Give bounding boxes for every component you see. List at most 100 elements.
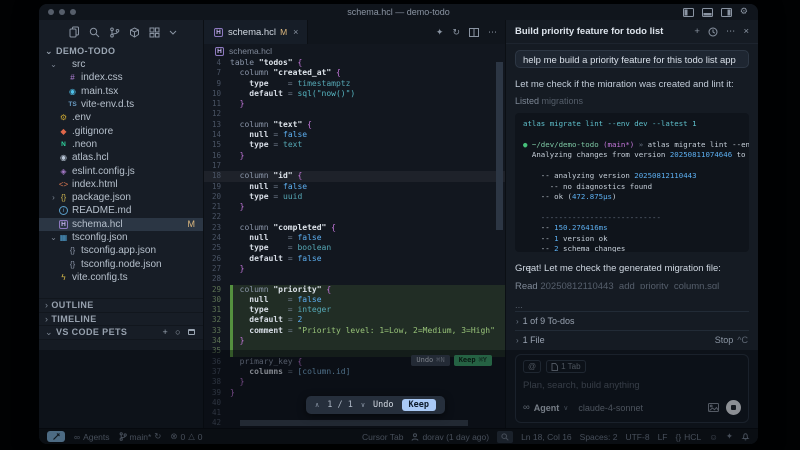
mention-context-chip[interactable]: @ [523,360,541,373]
chevron-down-icon[interactable] [169,30,177,35]
source-control-icon[interactable] [109,27,120,38]
eol-item[interactable]: LF [658,432,668,442]
file-label: .gitignore [72,126,113,137]
extensions-icon[interactable] [129,27,140,38]
close-tab-icon[interactable]: × [293,27,298,37]
line-number: 41 [204,408,230,418]
throw-ball-icon[interactable]: ○ [175,327,181,337]
history-icon[interactable] [708,27,718,37]
new-chat-icon[interactable]: + [694,26,700,37]
diff-keep-button[interactable]: Keep⌘Y [454,355,492,366]
tree-item-main-tsx[interactable]: ◉main.tsx [39,85,203,98]
horizontal-scrollbar[interactable] [240,420,468,426]
toggle-bottom-panel-icon[interactable] [702,8,713,17]
line-number: 10 [204,89,230,99]
read-file-summary[interactable]: Read 20250812110443_add_priority_column.… [515,281,749,289]
section-outline[interactable]: ›OUTLINE [39,299,203,313]
close-chat-icon[interactable]: × [743,26,749,37]
tab-schema-hcl[interactable]: H schema.hcl M × [204,20,308,44]
cursor-tab-item[interactable]: Cursor Tab [362,432,403,442]
vertical-scrollbar[interactable] [496,62,503,230]
tab-context-chip[interactable]: 1 Tab [546,360,585,373]
chevron-icon[interactable]: ⌄ [49,233,58,242]
search-icon[interactable] [89,27,100,38]
agent-mode-icon: ∞ [523,402,530,413]
undo-all-button[interactable]: Undo [373,400,393,410]
stop-generation-button[interactable]: Stop^C [715,335,748,345]
remote-indicator-button[interactable] [47,431,65,442]
chat-input-placeholder[interactable]: Plan, search, build anything [523,380,741,391]
line-number: 34 [204,336,230,346]
feedback-smiley-icon[interactable]: ☺ [709,432,718,442]
more-actions-icon[interactable]: ⋯ [488,27,497,38]
more-options-icon[interactable]: ⋯ [726,26,736,37]
tree-item-package-json[interactable]: ›{}package.json [39,191,203,204]
terminal-output: atlas migrate lint --env dev --latest 1 … [515,113,749,252]
chat-input-box[interactable]: @ 1 Tab Plan, search, build anything ∞ A… [515,354,749,423]
code-line-30: 30 null = false [204,295,505,305]
tree-item-schema-hcl[interactable]: Hschema.hclM [39,218,203,231]
encoding-item[interactable]: UTF-8 [625,432,649,442]
problems-item[interactable]: ⊗0 △0 [170,431,202,442]
settings-gear-icon[interactable]: ⚙ [740,8,748,17]
keep-all-button[interactable]: Keep [402,399,436,411]
agents-status-item[interactable]: ∞ Agents [74,432,110,442]
diff-undo-button[interactable]: Undo⌘N [411,355,449,366]
delete-pets-icon[interactable] [188,329,195,335]
file-label: src [72,59,85,70]
chevron-icon[interactable]: ⌄ [49,60,58,69]
toggle-left-panel-icon[interactable] [683,8,694,17]
chat-title: Build priority feature for todo list [515,26,694,37]
code-area[interactable]: Undo⌘N Keep⌘Y ∧ 1 / 1 ∨ Undo Keep 4table… [204,58,505,428]
chevron-icon[interactable]: › [49,193,58,202]
goto-line-highlight[interactable] [497,431,513,443]
cursor-position-item[interactable]: Ln 18, Col 16 [521,432,572,442]
tree-item--gitignore[interactable]: ◆.gitignore [39,124,203,137]
terminal-line: atlas migrate lint --env dev --latest 1 [523,119,741,129]
tree-item-atlas-hcl[interactable]: ◉atlas.hcl [39,151,203,164]
tree-item--env[interactable]: ⚙.env [39,111,203,124]
sparkle-icon[interactable]: ✦ [726,431,733,442]
add-pet-icon[interactable]: + [163,327,169,337]
tree-item-tsconfig-app-json[interactable]: {}tsconfig.app.json [39,244,203,257]
explorer-icon[interactable] [69,26,80,38]
attach-image-icon[interactable] [708,403,719,412]
language-mode-item[interactable]: {}HCL [675,432,701,442]
section-timeline[interactable]: ›TIMELINE [39,313,203,327]
tool-call-summary[interactable]: Listed migrations [515,96,749,106]
notifications-bell-icon[interactable] [741,432,750,441]
project-root-header[interactable]: ⌄ DEMO-TODO [39,44,203,58]
tree-item-tsconfig-json[interactable]: ⌄▦tsconfig.json [39,231,203,244]
tree-item-vite-config-ts[interactable]: ϟvite.config.ts [39,271,203,284]
prev-change-icon[interactable]: ∧ [315,400,319,410]
open-changes-icon[interactable]: ↻ [452,27,460,38]
tree-item-index-css[interactable]: #index.css [39,71,203,84]
git-branch-item[interactable]: main* ↻ [119,431,162,442]
tree-item-vite-env-d-ts[interactable]: TSvite-env.d.ts [39,98,203,111]
user-message[interactable]: help me build a priority feature for thi… [515,50,749,68]
todos-row[interactable]: › 1 of 9 To-dos [515,311,749,330]
tree-item-tsconfig-node-json[interactable]: {}tsconfig.node.json [39,257,203,270]
terminal-line: --------------------------- [523,213,741,223]
breadcrumb[interactable]: H schema.hcl [204,44,505,58]
indentation-item[interactable]: Spaces: 2 [580,432,618,442]
code-line-7: 7 column "created_at" { [204,68,505,78]
files-changed-row[interactable]: › 1 File Stop^C [515,330,749,349]
toggle-right-panel-icon[interactable] [721,8,732,17]
section-vs-code-pets[interactable]: ⌄VS CODE PETS+○ [39,326,203,340]
tree-item--neon[interactable]: N.neon [39,138,203,151]
tree-item-eslint-config-js[interactable]: ◈eslint.config.js [39,164,203,177]
tree-item-readme-md[interactable]: iREADME.md [39,204,203,217]
git-blame-item[interactable]: dorav (1 day ago) [411,432,489,442]
tree-item-index-html[interactable]: <>index.html [39,178,203,191]
split-editor-icon[interactable] [469,28,479,37]
next-change-icon[interactable]: ∨ [361,400,365,410]
sparkle-ai-icon[interactable]: ✦ [436,27,444,38]
stop-button[interactable] [726,400,741,415]
sync-icon[interactable]: ↻ [154,431,161,442]
tree-item-src[interactable]: ⌄ src [39,58,203,71]
layout-grid-icon[interactable] [149,27,160,38]
terminal-line: -- 150.276416ms [523,223,741,233]
model-selector[interactable]: claude-4-sonnet [578,403,643,413]
agent-mode-selector[interactable]: Agent [534,403,560,413]
